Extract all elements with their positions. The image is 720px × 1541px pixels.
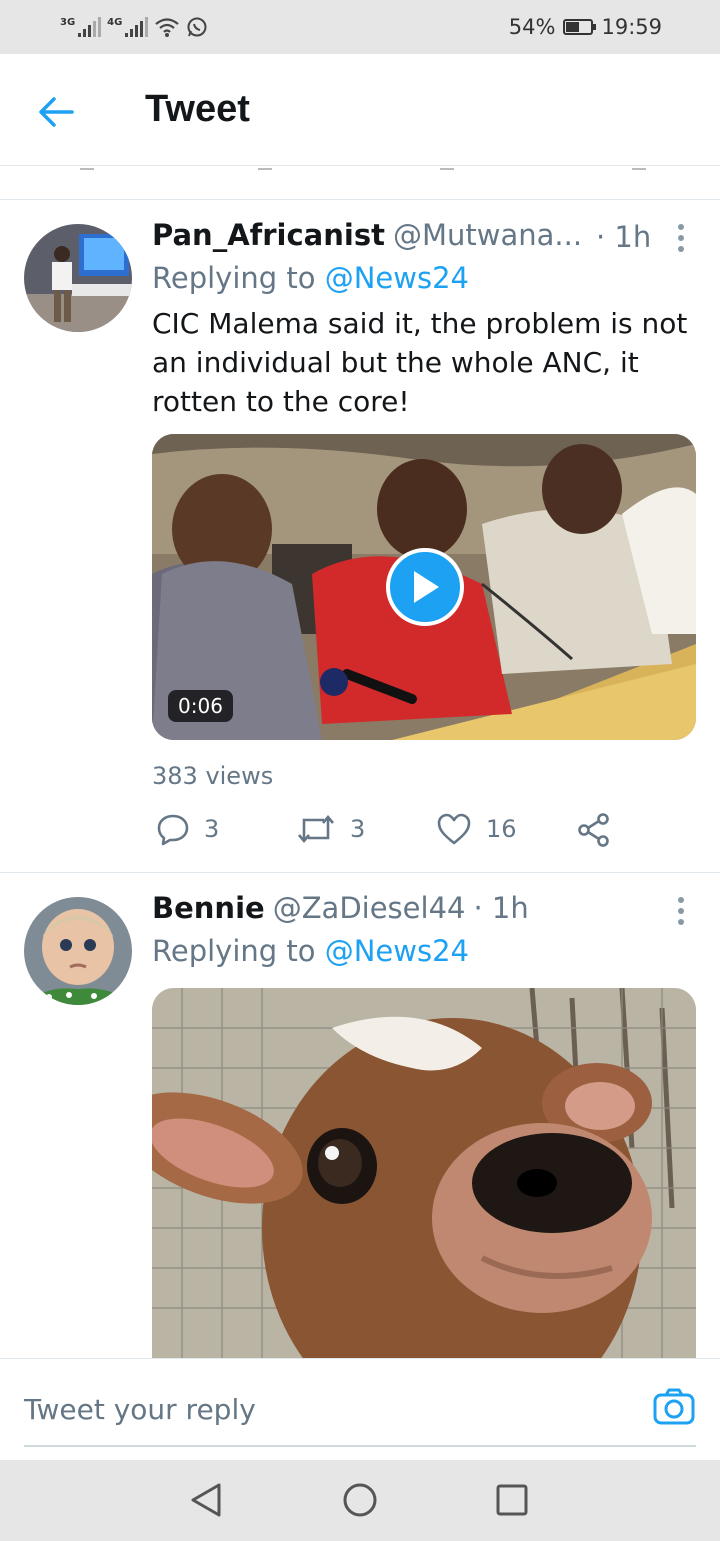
dot-icon <box>678 908 684 914</box>
author-handle[interactable]: @ZaDiesel44 <box>273 891 466 925</box>
replying-prefix: Replying to <box>152 934 316 968</box>
tweet-actions: 3 3 16 <box>152 812 652 852</box>
replying-to: Replying to @News24 <box>152 261 469 295</box>
signal-type-label: 3G <box>60 17 76 28</box>
nav-recents-button[interactable] <box>492 1480 532 1520</box>
tweet-header: Pan_Africanist @Mutwana... <box>152 218 582 252</box>
more-options-button[interactable] <box>676 224 686 252</box>
share-button[interactable] <box>576 812 612 848</box>
whatsapp-icon <box>187 17 207 37</box>
signal-type-label: 4G <box>107 17 123 28</box>
like-count: 16 <box>486 815 517 843</box>
system-nav-bar <box>0 1460 720 1541</box>
back-button[interactable] <box>32 88 80 136</box>
dot-icon <box>678 919 684 925</box>
battery-percent: 54% <box>508 15 556 39</box>
avatar[interactable] <box>24 224 132 332</box>
camera-button[interactable] <box>652 1387 696 1431</box>
arrow-left-icon <box>39 97 74 127</box>
video-duration: 0:06 <box>168 690 233 722</box>
heart-icon <box>437 813 471 845</box>
battery-icon <box>563 19 597 35</box>
replying-to: Replying to @News24 <box>152 934 469 968</box>
tweet-time: · 1h <box>596 220 652 254</box>
mention-link[interactable]: @News24 <box>325 261 469 295</box>
header: Tweet <box>0 54 720 166</box>
status-left: 3G 4G <box>60 12 208 42</box>
tweet-header: Bennie @ZaDiesel44 · 1h <box>152 891 529 925</box>
retweet-icon <box>298 814 334 844</box>
signal-icon: 3G <box>60 17 102 37</box>
reply-input[interactable]: Tweet your reply <box>24 1387 696 1447</box>
author-name[interactable]: Pan_Africanist <box>152 218 385 252</box>
dot-icon <box>678 224 684 230</box>
wifi-icon <box>155 18 180 37</box>
home-circle-icon <box>343 1483 377 1517</box>
reply-composer: Tweet your reply <box>0 1358 720 1458</box>
tweet-image[interactable] <box>152 988 696 1358</box>
like-button[interactable]: 16 <box>436 812 517 846</box>
clock: 19:59 <box>601 15 662 39</box>
replying-prefix: Replying to <box>152 261 316 295</box>
dot-icon <box>678 246 684 252</box>
camera-icon <box>653 1388 695 1425</box>
retweet-count: 3 <box>350 815 366 843</box>
status-bar: 3G 4G 54% 19:59 <box>0 0 720 54</box>
view-count: 383 views <box>152 762 274 790</box>
nav-home-button[interactable] <box>340 1480 380 1520</box>
retweet-button[interactable]: 3 <box>296 812 365 846</box>
back-triangle-icon <box>191 1483 221 1517</box>
tweet[interactable]: Pan_Africanist @Mutwana... · 1h Replying… <box>0 200 720 873</box>
tweet-text: CIC Malema said it, the problem is not a… <box>152 307 688 418</box>
author-name[interactable]: Bennie <box>152 891 265 925</box>
dot-icon <box>678 235 684 241</box>
dot-icon <box>678 897 684 903</box>
avatar[interactable] <box>24 897 132 1005</box>
previous-tweet-actions <box>0 166 720 200</box>
tweet[interactable]: Bennie @ZaDiesel44 · 1h Replying to @New… <box>0 873 720 1358</box>
author-handle[interactable]: @Mutwana... <box>393 218 582 252</box>
tweet-time: · 1h <box>473 891 529 925</box>
video-player[interactable]: 0:06 <box>152 434 696 740</box>
recents-square-icon <box>496 1484 528 1516</box>
mention-link[interactable]: @News24 <box>325 934 469 968</box>
reply-icon <box>157 814 189 846</box>
status-right: 54% 19:59 <box>509 12 662 42</box>
reply-count: 3 <box>204 815 220 843</box>
reply-button[interactable]: 3 <box>156 812 219 846</box>
more-options-button[interactable] <box>676 897 686 925</box>
play-icon <box>414 571 439 603</box>
calf-photo <box>152 988 696 1358</box>
play-button[interactable] <box>386 548 464 626</box>
signal-icon: 4G <box>107 17 149 37</box>
page-title: Tweet <box>145 88 250 130</box>
nav-back-button[interactable] <box>186 1480 226 1520</box>
share-icon <box>578 813 609 847</box>
